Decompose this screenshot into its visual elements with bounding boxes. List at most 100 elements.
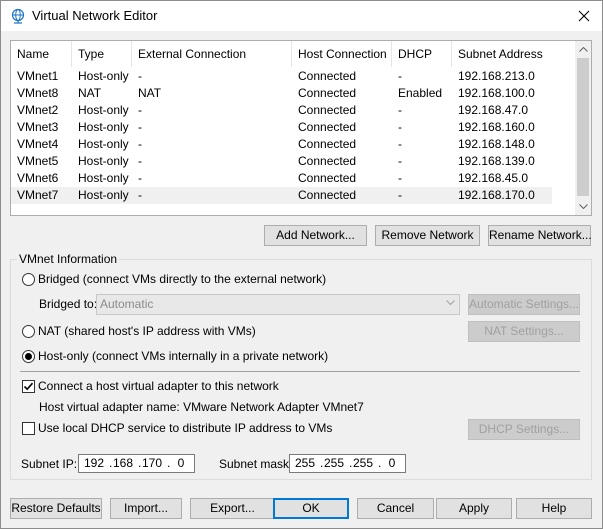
table-row[interactable]: VMnet6 Host-only - Connected -192.168.45.0: [11, 170, 552, 187]
close-button[interactable]: [566, 1, 602, 31]
cell-subnet: 192.168.148.0: [458, 137, 535, 151]
cell-host: Connected: [298, 154, 357, 168]
subnet-ip-octet[interactable]: 170: [139, 456, 165, 471]
column-header-type[interactable]: Type: [72, 41, 132, 67]
connect-adapter-checkbox[interactable]: [22, 380, 35, 393]
subnet-mask-octet[interactable]: 255: [350, 456, 376, 471]
nat-settings-button: NAT Settings...: [468, 321, 580, 342]
cell-external: NAT: [138, 86, 162, 100]
cell-external: -: [138, 120, 142, 134]
list-header: Name Type External Connection Host Conne…: [11, 41, 575, 67]
cell-host: Connected: [298, 137, 357, 151]
subnet-ip-octet[interactable]: 192: [81, 456, 107, 471]
connect-adapter-label[interactable]: Connect a host virtual adapter to this n…: [38, 379, 279, 393]
window-title: Virtual Network Editor: [32, 8, 158, 23]
cell-external: -: [138, 69, 142, 83]
cancel-button[interactable]: Cancel: [357, 498, 434, 519]
cell-name: VMnet5: [17, 154, 59, 168]
cell-subnet: 192.168.139.0: [458, 154, 535, 168]
table-row[interactable]: VMnet2 Host-only - Connected -192.168.47.0: [11, 102, 552, 119]
table-row[interactable]: VMnet5 Host-only - Connected -192.168.139.0: [11, 153, 552, 170]
list-scrollbar[interactable]: [575, 41, 591, 215]
subnet-mask-octet[interactable]: 255: [292, 456, 318, 471]
bridged-to-value: Automatic: [100, 297, 154, 311]
column-header-name[interactable]: Name: [11, 41, 72, 67]
help-button[interactable]: Help: [516, 498, 592, 519]
subnet-ip-field[interactable]: 192 . 168 . 170 . 0: [78, 454, 195, 473]
column-header-dhcp[interactable]: DHCP: [392, 41, 452, 67]
scroll-up-arrow-icon[interactable]: [575, 41, 591, 58]
cell-type: Host-only: [78, 154, 129, 168]
cell-name: VMnet4: [17, 137, 59, 151]
vmnet-info-label: VMnet Information: [17, 252, 120, 266]
cell-external: -: [138, 103, 142, 117]
cell-type: Host-only: [78, 103, 129, 117]
network-list[interactable]: Name Type External Connection Host Conne…: [10, 40, 592, 216]
add-network-button[interactable]: Add Network...: [264, 225, 367, 246]
cell-subnet: 192.168.170.0: [458, 188, 535, 202]
subnet-ip-octet[interactable]: 0: [168, 456, 194, 471]
cell-name: VMnet7: [17, 188, 59, 202]
import-button[interactable]: Import...: [110, 498, 182, 519]
subnet-mask-octet[interactable]: 0: [379, 456, 405, 471]
cell-host: Connected: [298, 188, 357, 202]
cell-external: -: [138, 154, 142, 168]
subnet-ip-label: Subnet IP:: [21, 457, 78, 471]
nat-label[interactable]: NAT (shared host's IP address with VMs): [38, 324, 256, 338]
table-row[interactable]: VMnet1 Host-only - Connected -192.168.213.0: [11, 68, 552, 85]
cell-type: Host-only: [78, 188, 129, 202]
cell-name: VMnet2: [17, 103, 59, 117]
bridged-to-select: Automatic: [96, 294, 460, 315]
use-dhcp-checkbox[interactable]: [22, 422, 35, 435]
remove-network-button[interactable]: Remove Network: [375, 225, 480, 246]
cell-subnet: 192.168.213.0: [458, 69, 535, 83]
cell-host: Connected: [298, 171, 357, 185]
cell-dhcp: -: [398, 120, 402, 134]
scroll-down-arrow-icon[interactable]: [575, 198, 591, 215]
cell-name: VMnet6: [17, 171, 59, 185]
bridged-label[interactable]: Bridged (connect VMs directly to the ext…: [38, 272, 326, 286]
cell-dhcp: -: [398, 69, 402, 83]
column-header-subnet[interactable]: Subnet Address: [452, 41, 575, 67]
cell-dhcp: -: [398, 171, 402, 185]
export-button[interactable]: Export...: [190, 498, 275, 519]
cell-type: NAT: [78, 86, 102, 100]
cell-name: VMnet8: [17, 86, 59, 100]
cell-type: Host-only: [78, 137, 129, 151]
subnet-mask-octet[interactable]: 255: [321, 456, 347, 471]
bridged-to-label: Bridged to:: [39, 297, 98, 311]
ok-button[interactable]: OK: [273, 498, 349, 519]
cell-subnet: 192.168.45.0: [458, 171, 529, 185]
table-row[interactable]: VMnet8 NAT NAT Connected Enabled 192.168.100.…: [11, 85, 552, 102]
adapter-name-label: Host virtual adapter name: VMware Networ…: [39, 400, 364, 414]
cell-host: Connected: [298, 69, 357, 83]
table-row[interactable]: VMnet4 Host-only - Connected -192.168.148.0: [11, 136, 552, 153]
cell-dhcp: -: [398, 137, 402, 151]
column-header-external[interactable]: External Connection: [132, 41, 292, 67]
subnet-mask-field[interactable]: 255 . 255 . 255 . 0: [289, 454, 406, 473]
host-only-radio[interactable]: [22, 350, 35, 363]
rename-network-button[interactable]: Rename Network...: [488, 225, 592, 246]
cell-host: Connected: [298, 103, 357, 117]
cell-dhcp: Enabled: [398, 86, 443, 100]
checkmark-icon: [23, 382, 34, 391]
cell-external: -: [138, 171, 142, 185]
table-row[interactable]: VMnet3 Host-only - Connected -192.168.160.0: [11, 119, 552, 136]
apply-button[interactable]: Apply: [436, 498, 512, 519]
vmnet-info-group: [10, 259, 592, 480]
column-header-host[interactable]: Host Connection: [292, 41, 392, 67]
cell-subnet: 192.168.160.0: [458, 120, 535, 134]
cell-subnet: 192.168.47.0: [458, 103, 529, 117]
use-dhcp-label[interactable]: Use local DHCP service to distribute IP …: [38, 421, 332, 435]
separator: [20, 371, 580, 372]
scroll-thumb[interactable]: [577, 58, 589, 196]
subnet-ip-octet[interactable]: 168: [110, 456, 136, 471]
table-row[interactable]: VMnet7 Host-only - Connected -192.168.170.0: [11, 187, 552, 204]
nat-radio[interactable]: [22, 325, 35, 338]
cell-external: -: [138, 137, 142, 151]
cell-type: Host-only: [78, 120, 129, 134]
host-only-label[interactable]: Host-only (connect VMs internally in a p…: [38, 349, 328, 363]
bridged-radio[interactable]: [22, 273, 35, 286]
restore-defaults-button[interactable]: Restore Defaults: [10, 498, 102, 519]
dhcp-settings-button: DHCP Settings...: [468, 419, 580, 440]
